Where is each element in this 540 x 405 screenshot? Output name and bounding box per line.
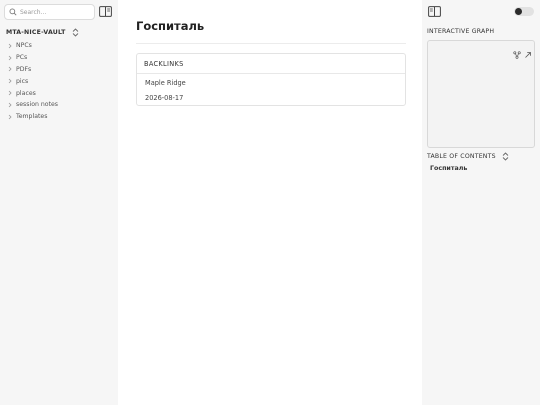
graph-settings-icon: [513, 51, 521, 59]
chevron-right-icon: [8, 102, 12, 108]
vault-switcher[interactable]: MTA-NICE-VAULT: [6, 26, 79, 38]
backlinks-panel: BACKLINKS Maple Ridge 2026-08-17: [136, 53, 406, 106]
right-sidebar: INTERACTIVE GRAPH TABLE OF CONTENTS Госп…: [422, 0, 540, 405]
folder-label: PCs: [16, 54, 28, 62]
backlink-item[interactable]: 2026-08-17: [137, 90, 405, 105]
folder-label: PDFs: [16, 65, 32, 73]
folder-pcs[interactable]: PCs: [7, 52, 115, 64]
vault-name: MTA-NICE-VAULT: [6, 28, 66, 36]
folder-templates[interactable]: Templates: [7, 111, 115, 123]
folder-label: NPCs: [16, 42, 32, 50]
sidebar-toggle-icon: [99, 6, 112, 17]
folder-session-notes[interactable]: session notes: [7, 99, 115, 111]
backlinks-header: BACKLINKS: [137, 54, 405, 74]
chevron-right-icon: [8, 43, 12, 49]
interactive-graph[interactable]: [427, 40, 535, 148]
folder-pdfs[interactable]: PDFs: [7, 64, 115, 76]
file-tree: NPCs PCs PDFs pics places session notes …: [7, 40, 115, 123]
search-box[interactable]: [4, 4, 95, 20]
page-title: Госпиталь: [136, 19, 205, 33]
sort-icon: [502, 152, 509, 161]
search-icon: [9, 8, 17, 16]
left-sidebar: MTA-NICE-VAULT NPCs PCs PDFs pics places: [0, 0, 118, 405]
right-sidebar-toggle-button[interactable]: [428, 6, 441, 17]
chevron-right-icon: [8, 114, 12, 119]
folder-label: session notes: [16, 101, 59, 109]
left-sidebar-toggle-button[interactable]: [99, 6, 112, 17]
folder-label: places: [16, 89, 36, 97]
chevron-right-icon: [8, 55, 12, 60]
main-content: Госпиталь BACKLINKS Maple Ridge 2026-08-…: [118, 0, 422, 405]
toggle-knob: [515, 8, 522, 15]
sidebar-toggle-icon: [428, 6, 441, 17]
title-divider: [136, 43, 406, 44]
chevron-right-icon: [8, 90, 12, 96]
search-input[interactable]: [20, 8, 92, 16]
chevron-right-icon: [8, 78, 12, 84]
graph-section-label: INTERACTIVE GRAPH: [427, 28, 495, 35]
expand-icon: [525, 52, 531, 58]
toc-item[interactable]: Госпиталь: [430, 165, 467, 172]
folder-label: pics: [16, 77, 29, 85]
sort-icon: [72, 27, 78, 37]
graph-expand-button[interactable]: [524, 44, 532, 58]
folder-label: Templates: [16, 113, 48, 121]
folder-pics[interactable]: pics: [7, 75, 115, 87]
toc-section-label: TABLE OF CONTENTS: [427, 153, 496, 160]
chevron-right-icon: [8, 67, 12, 72]
folder-npcs[interactable]: NPCs: [7, 40, 115, 52]
theme-toggle[interactable]: [514, 7, 534, 16]
folder-places[interactable]: places: [7, 87, 115, 99]
toc-section-header[interactable]: TABLE OF CONTENTS: [427, 151, 509, 162]
graph-settings-button[interactable]: [513, 44, 521, 59]
backlink-item[interactable]: Maple Ridge: [137, 75, 405, 90]
